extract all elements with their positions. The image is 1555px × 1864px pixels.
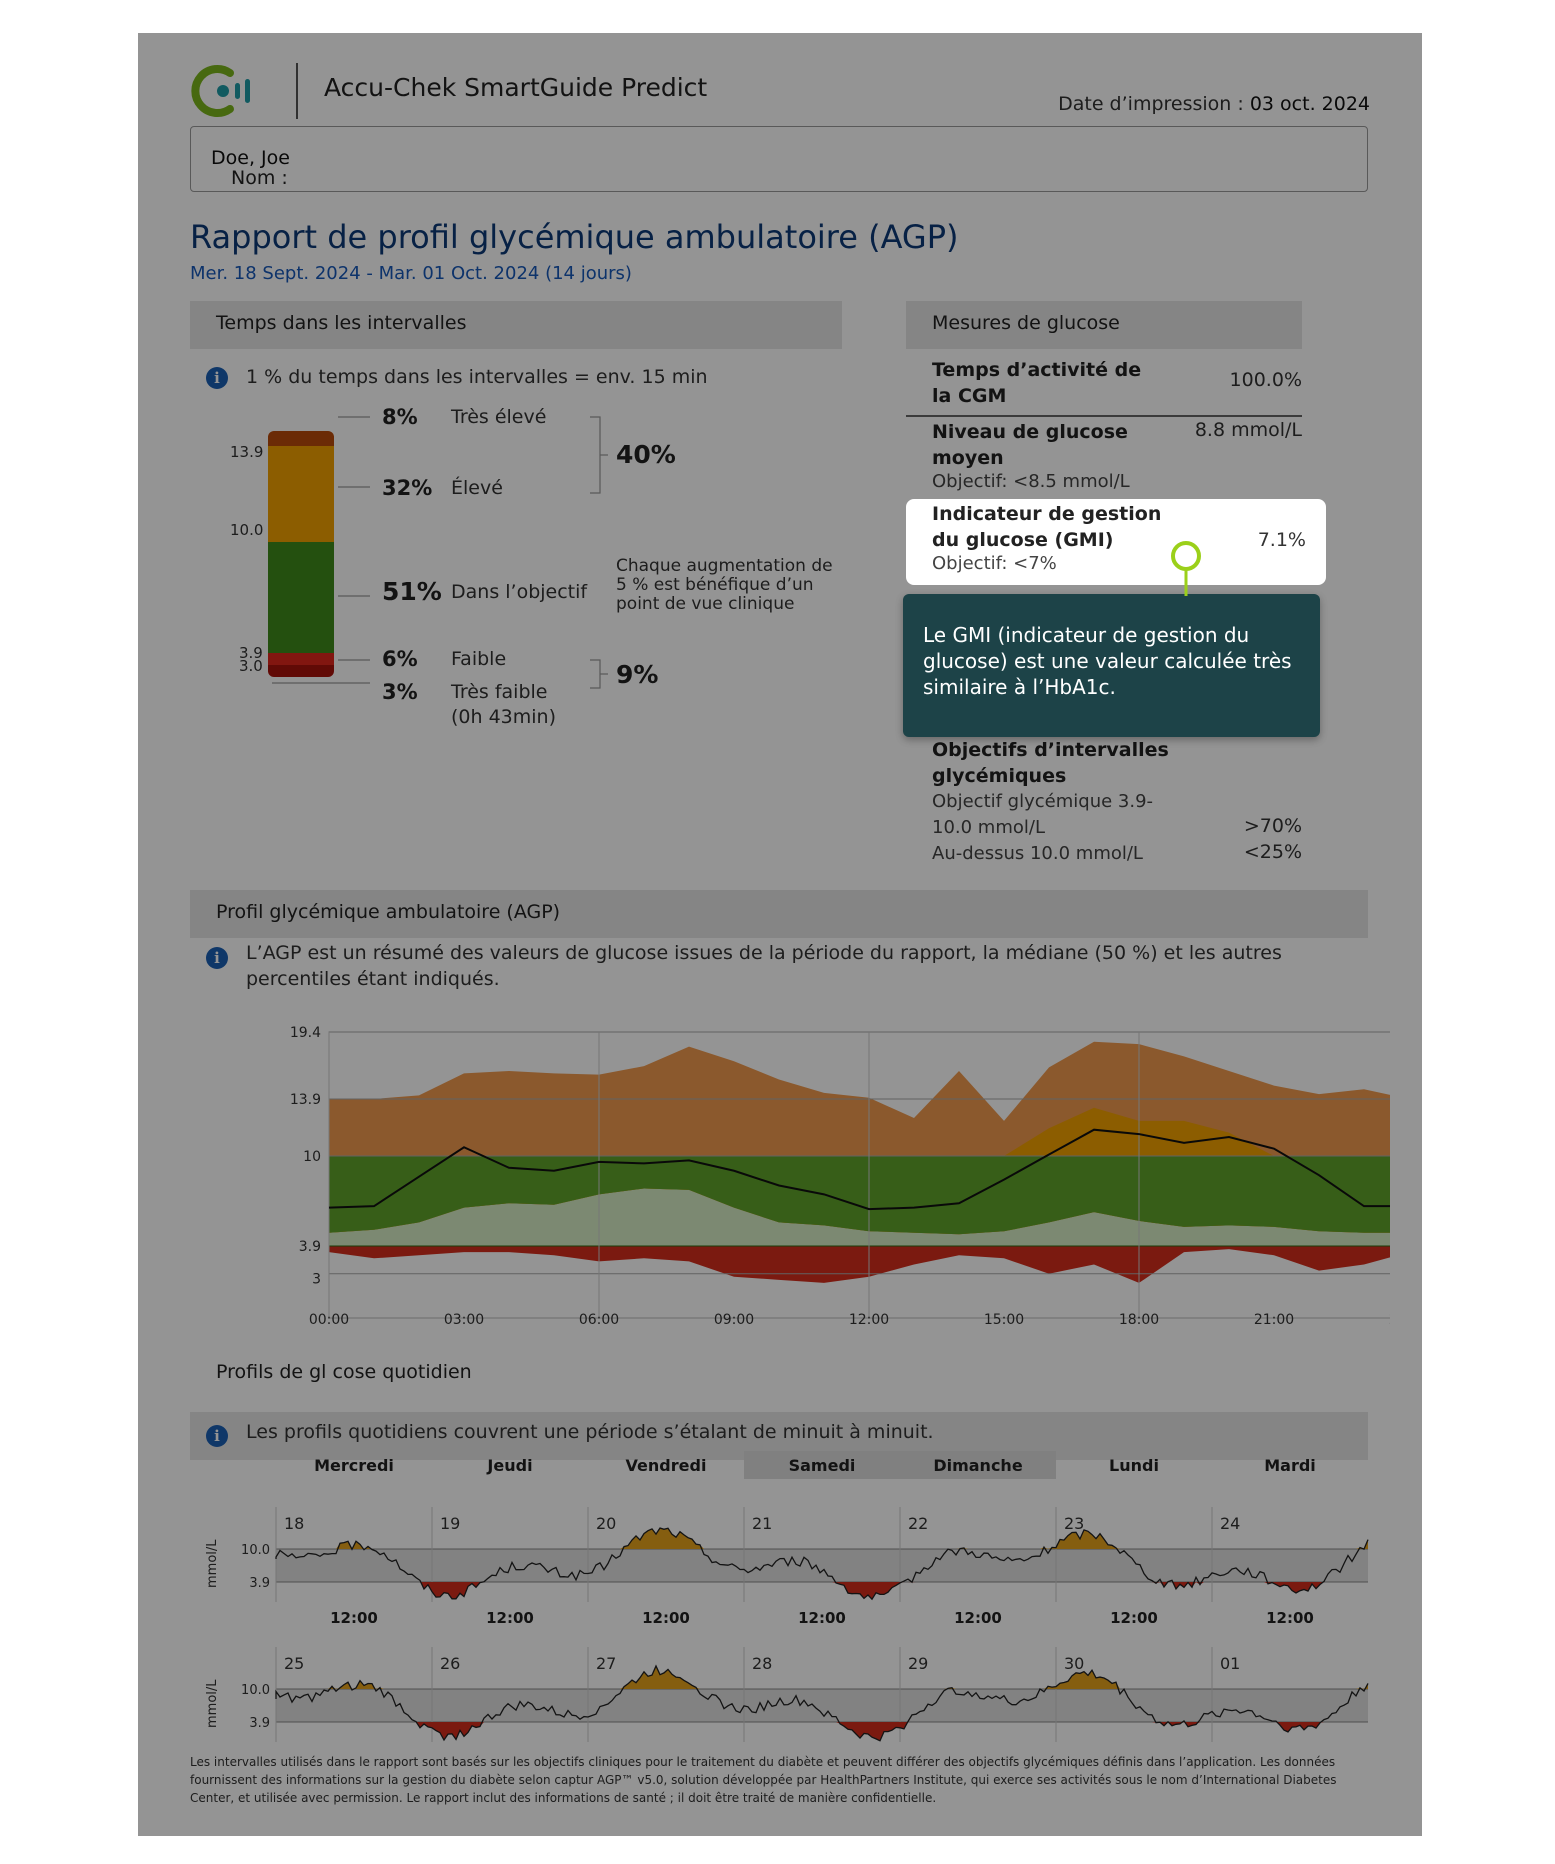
daily-noon-label: 12:00 (330, 1609, 378, 1627)
daily-day-number: 24 (1220, 1514, 1240, 1533)
daily-day-number: 30 (1064, 1654, 1084, 1673)
daily-day-number: 01 (1220, 1654, 1240, 1673)
agp-x-tick: 09:00 (714, 1312, 754, 1328)
daily-noon-label: 12:00 (1110, 1609, 1158, 1627)
gmi-card[interactable]: Indicateur de gestion du glucose (GMI) O… (906, 499, 1326, 585)
tir-high-label: Élevé (451, 477, 503, 499)
daily-noon-label: 12:00 (798, 1609, 846, 1627)
agp-x-tick: 15:00 (984, 1312, 1024, 1328)
mean-glucose-target: Objectif: <8.5 mmol/L (932, 471, 1130, 492)
daily-y-tick: 10.0 (241, 1683, 270, 1698)
daily-week-2: 25 26 27 28 29 30 01 10.0 3.9 mmol/L (205, 1647, 1369, 1742)
tour-pin-icon (1171, 541, 1201, 596)
daily-day-number: 29 (908, 1654, 928, 1673)
daily-y-label: mmol/L (205, 1679, 220, 1728)
mean-glucose-label: Niveau de glucose moyen (932, 421, 1128, 469)
daily-day-number: 23 (1064, 1514, 1084, 1533)
daily-day-number: 18 (284, 1514, 304, 1533)
daily-day-number: 22 (908, 1514, 928, 1533)
range-targets-label: Objectifs d’intervalles glycémiques (932, 739, 1169, 787)
daily-y-tick: 3.9 (249, 1716, 270, 1731)
daily-target-band (276, 1549, 1368, 1582)
tir-high-pct: 32% (382, 476, 433, 500)
daily-day-number: 21 (752, 1514, 772, 1533)
weekday-header: Lundi (1109, 1456, 1159, 1475)
daily-y-tick: 3.9 (249, 1576, 270, 1591)
gmi-value: 7.1% (1257, 529, 1306, 551)
daily-noon-label: 12:00 (954, 1609, 1002, 1627)
agp-y-tick: 13.9 (290, 1092, 321, 1108)
weekday-header: Samedi (789, 1456, 856, 1475)
daily-y-tick: 10.0 (241, 1543, 270, 1558)
mean-glucose-value: 8.8 mmol/L (1194, 419, 1302, 441)
daily-profiles-heading: Profils de gl cose quotidien (216, 1361, 472, 1383)
weekday-header: Dimanche (933, 1456, 1023, 1475)
daily-noon-label: 12:00 (642, 1609, 690, 1627)
daily-week-1: 18 19 20 21 22 23 24 10.0 3.9 mmol/L (205, 1507, 1369, 1602)
agp-info: L’AGP est un résumé des valeurs de gluco… (246, 942, 1282, 990)
daily-noon-label: 12:00 (486, 1609, 534, 1627)
glucose-measures-heading: Mesures de glucose (906, 301, 1302, 349)
agp-x-tick: 18:00 (1119, 1312, 1159, 1328)
agp-y-tick: 10 (303, 1149, 321, 1165)
daily-target-band (276, 1689, 1368, 1722)
daily-y-label: mmol/L (205, 1539, 220, 1588)
daily-profiles-chart: Mercredi Jeudi Vendredi Samedi Dimanche Lundi… (205, 1451, 1369, 1742)
tir-in-range-pct: 51% (382, 577, 442, 606)
cgm-active-label: Temps d’activité de la CGM (932, 359, 1142, 407)
cgm-active-value: 100.0% (1229, 369, 1302, 391)
weekday-header: Jeudi (486, 1456, 532, 1475)
print-date-label: Date d’impression : (1058, 93, 1244, 115)
tir-very-high-label: Très élevé (451, 406, 547, 428)
agp-y-tick: 3 (312, 1272, 321, 1288)
report-page: Accu-Chek SmartGuide Predict Date d’impr… (138, 33, 1422, 1836)
daily-noon-label: 12:00 (1266, 1609, 1314, 1627)
print-date-value: 03 oct. 2024 (1249, 93, 1370, 115)
weekday-header: Vendredi (626, 1456, 707, 1475)
weekday-header: Mardi (1264, 1456, 1316, 1475)
tir-low-pct: 6% (382, 647, 418, 671)
footer-disclaimer: Les intervalles utilisés dans le rapport… (190, 1755, 1337, 1805)
agp-x-tick: 12:00 (849, 1312, 889, 1328)
agp-y-tick: 19.4 (290, 1025, 321, 1041)
tir-very-low-label: Très faible (451, 681, 548, 703)
tir-low-total: 9% (616, 660, 659, 689)
tir-very-low-pct: 3% (382, 680, 418, 704)
gmi-target: Objectif: <7% (932, 553, 1057, 574)
tir-in-range-label: Dans l’objectif (451, 581, 588, 603)
agp-heading: Profil glycémique ambulatoire (AGP) (190, 890, 1368, 938)
agp-y-tick: 3.9 (299, 1239, 321, 1255)
info-icon[interactable]: i (206, 1425, 228, 1447)
daily-low-area (276, 1722, 1368, 1741)
daily-day-number: 28 (752, 1654, 772, 1673)
daily-day-number: 26 (440, 1654, 460, 1673)
target-in-range-label: Objectif glycémique 3.9-10.0 mmol/L (932, 791, 1154, 838)
target-above-value: <25% (1243, 841, 1302, 863)
agp-x-tick: 24:00 (1389, 1312, 1390, 1328)
agp-chart: 19.4 13.9 10 3.9 3 00:00 03:00 06:00 09:00 12:00 1… (290, 1025, 1390, 1328)
target-in-range-value: >70% (1243, 815, 1302, 837)
gmi-label: Indicateur de gestion du glucose (GMI) (932, 503, 1162, 551)
daily-info: Les profils quotidiens couvrent une péri… (246, 1421, 934, 1443)
daily-day-number: 25 (284, 1654, 304, 1673)
daily-day-number: 20 (596, 1514, 616, 1533)
divider (906, 415, 1302, 417)
gmi-tooltip[interactable]: Le GMI (indicateur de gestion du glucose… (903, 594, 1320, 737)
info-icon[interactable]: i (206, 947, 228, 969)
tir-low-label: Faible (451, 648, 507, 670)
weekday-header: Mercredi (314, 1456, 394, 1475)
agp-x-tick: 21:00 (1254, 1312, 1294, 1328)
print-date: Date d’impression : 03 oct. 2024 (1058, 93, 1370, 115)
tir-very-high-pct: 8% (382, 405, 418, 429)
daily-day-number: 27 (596, 1654, 616, 1673)
tir-very-low-duration: (0h 43min) (451, 706, 557, 728)
daily-day-number: 19 (440, 1514, 460, 1533)
tir-high-total: 40% (616, 440, 676, 469)
agp-x-tick: 06:00 (579, 1312, 619, 1328)
agp-x-tick: 00:00 (309, 1312, 349, 1328)
agp-x-tick: 03:00 (444, 1312, 484, 1328)
tir-note: Chaque augmentation de 5 % est bénéfique… (616, 556, 833, 614)
